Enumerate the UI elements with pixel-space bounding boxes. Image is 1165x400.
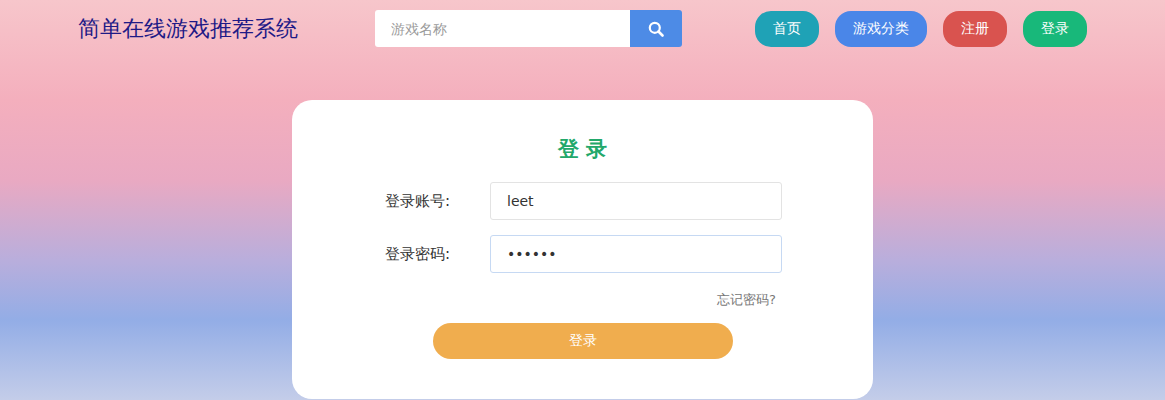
forgot-password-link[interactable]: 忘记密码? — [717, 291, 776, 309]
login-button[interactable]: 登录 — [433, 323, 733, 359]
field-label: 登录账号: — [292, 192, 450, 211]
forgot-row: 忘记密码? — [292, 291, 776, 309]
search-bar — [375, 10, 682, 47]
magnifier-icon — [648, 21, 664, 37]
nav-button[interactable]: 注册 — [943, 11, 1007, 47]
text-field[interactable]: leet — [490, 182, 782, 220]
top-bar: 简单在线游戏推荐系统 首页游戏分类注册登录 — [0, 0, 1165, 57]
search-input[interactable] — [375, 10, 630, 47]
form-row: 登录密码: •••••• — [292, 235, 873, 273]
nav-button[interactable]: 首页 — [755, 11, 819, 47]
form-row: 登录账号: leet — [292, 182, 873, 220]
login-title: 登 录 — [292, 134, 873, 164]
field-label: 登录密码: — [292, 245, 450, 264]
login-page: 简单在线游戏推荐系统首页游戏分类注册登录登 录登录账号:leet登录密码:•••… — [0, 0, 1165, 400]
site-title: 简单在线游戏推荐系统 — [78, 14, 375, 44]
text-field[interactable]: •••••• — [490, 235, 782, 273]
nav-button[interactable]: 游戏分类 — [835, 11, 927, 47]
search-button[interactable] — [630, 10, 682, 47]
nav-button[interactable]: 登录 — [1023, 11, 1087, 47]
nav-menu: 首页游戏分类注册登录 — [755, 11, 1087, 47]
login-card: 登 录登录账号: leet 登录密码: •••••• 忘记密码? 登录 — [292, 100, 873, 399]
